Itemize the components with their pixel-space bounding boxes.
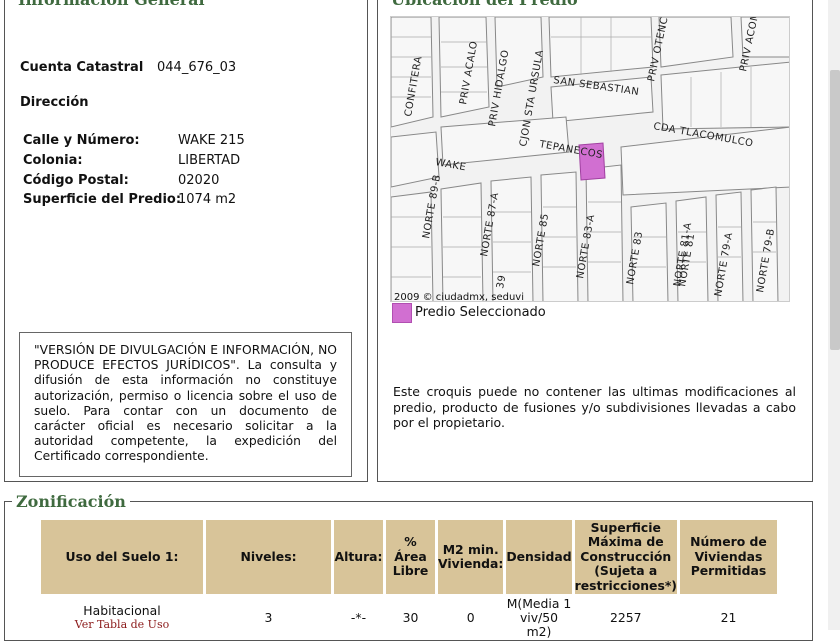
superficie-cell: 2257 (610, 610, 642, 625)
general-info-legend: Información General (14, 0, 209, 10)
zoning-table: Uso del Suelo 1: Niveles: Altura: % Área… (38, 517, 780, 642)
selected-parcel-label: Predio Seleccionado (415, 305, 546, 320)
header-superficie-max: Superficie Máxima de Construcción (Sujet… (574, 519, 677, 594)
viviendas-cell: 21 (720, 610, 737, 625)
location-map[interactable]: CONFITERA PRIV ACALO PRIV HIDALGO CJON S… (390, 16, 790, 302)
location-legend: Ubicación del Predio (387, 0, 582, 10)
map-drawing: CONFITERA PRIV ACALO PRIV HIDALGO CJON S… (391, 17, 789, 302)
uso-value: Habitacional (83, 603, 161, 618)
header-num-viviendas: Número de Viviendas Permitidas (679, 520, 777, 594)
codigo-postal-label: Código Postal: (23, 173, 129, 188)
zoning-header-row: Uso del Suelo 1: Niveles: Altura: % Área… (41, 520, 777, 594)
disclaimer-box: "VERSIÓN DE DIVULGACIÓN E INFORMACIÓN, N… (19, 332, 352, 477)
colonia-label: Colonia: (23, 153, 83, 168)
niveles-cell: 3 (264, 610, 273, 625)
selected-parcel-swatch (392, 303, 412, 323)
map-note: Este croquis puede no contener las ultim… (393, 384, 796, 430)
scrollbar-thumb[interactable] (830, 70, 840, 350)
altura-cell: -*- (350, 610, 367, 625)
calle-label: Calle y Número: (23, 133, 140, 148)
zoning-legend: Zonificación (12, 492, 130, 512)
colonia-value: LIBERTAD (178, 153, 241, 168)
uso-cell: Habitacional Ver Tabla de Uso (41, 597, 203, 639)
header-m2-min: M2 min. Vivienda: (438, 520, 504, 594)
densidad-cell: M(Media 1 viv/50 m2) (506, 596, 572, 639)
m2-min-cell: 0 (466, 610, 475, 625)
cuenta-catastral-label: Cuenta Catastral (20, 60, 144, 75)
disclaimer-text: "VERSIÓN DE DIVULGACIÓN E INFORMACIÓN, N… (34, 343, 337, 464)
header-altura: Altura: (334, 520, 383, 594)
cuenta-catastral-value: 044_676_03 (157, 60, 237, 75)
codigo-postal-value: 02020 (178, 173, 220, 188)
calle-value: WAKE 215 (178, 133, 245, 148)
header-area-libre: % Área Libre (386, 520, 435, 594)
header-niveles: Niveles: (206, 520, 331, 594)
street-label: 39 (495, 274, 508, 289)
header-uso: Uso del Suelo 1: (41, 520, 203, 594)
area-libre-cell: 30 (402, 610, 419, 625)
superficie-label: Superficie del Predio: (23, 192, 182, 207)
direccion-heading: Dirección (20, 95, 89, 110)
superficie-value: 1074 m2 (178, 192, 237, 207)
table-row: Habitacional Ver Tabla de Uso 3 -*- 30 0… (41, 597, 777, 639)
header-densidad: Densidad (506, 520, 572, 594)
map-copyright: 2009 © ciudadmx, seduvi (394, 292, 524, 302)
